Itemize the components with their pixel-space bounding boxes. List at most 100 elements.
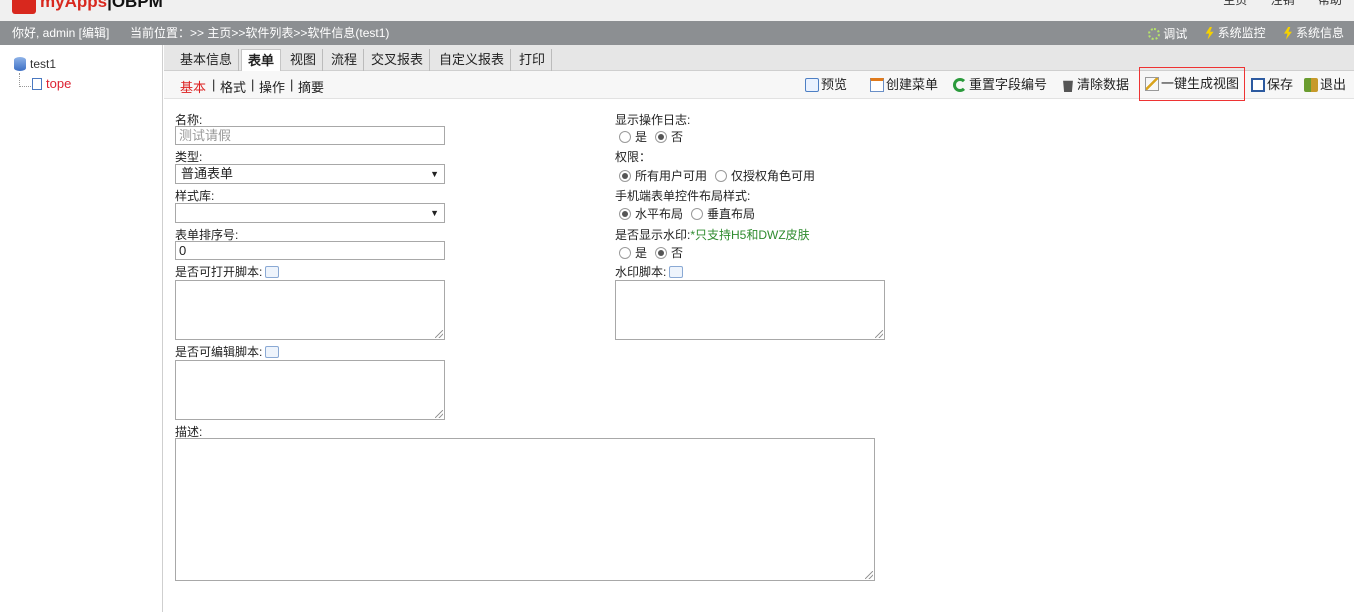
subtab-basic[interactable]: 基本 bbox=[180, 77, 206, 96]
perm-role-radio[interactable] bbox=[715, 169, 728, 182]
tree-node-root[interactable]: test1 bbox=[14, 57, 56, 71]
save-label: 保存 bbox=[1267, 77, 1294, 92]
script-editor-icon[interactable] bbox=[265, 346, 280, 358]
sysinfo-label: 系统信息 bbox=[1295, 26, 1344, 40]
description-textarea[interactable] bbox=[175, 438, 875, 581]
watermark-script-label: 水印脚本: bbox=[615, 265, 667, 279]
watermark-script-textarea[interactable] bbox=[615, 280, 885, 340]
script-editor-icon[interactable] bbox=[265, 266, 280, 278]
preview-button[interactable]: 预览 bbox=[805, 75, 847, 95]
tab-view[interactable]: 视图 bbox=[284, 49, 324, 71]
create-menu-icon bbox=[870, 78, 884, 92]
open-script-label: 是否可打开脚本: bbox=[175, 265, 263, 279]
script-editor-icon[interactable] bbox=[669, 266, 684, 278]
refresh-icon bbox=[953, 78, 967, 92]
mobile-layout-label: 手机端表单控件布局样式: bbox=[615, 189, 751, 203]
debug-link[interactable]: 调试 bbox=[1148, 22, 1187, 46]
tab-form[interactable]: 表单 bbox=[241, 49, 282, 71]
name-field[interactable]: 测试请假 bbox=[175, 126, 445, 145]
perm-all-label: 所有用户可用 bbox=[635, 169, 708, 183]
mobile-layout-radio-group: 水平布局 垂直布局 bbox=[619, 205, 755, 222]
log-yes-radio[interactable] bbox=[619, 130, 631, 143]
permission-radio-group: 所有用户可用 仅授权角色可用 bbox=[619, 167, 815, 184]
debug-icon bbox=[1148, 27, 1161, 40]
subtab-operation[interactable]: 操作 bbox=[259, 77, 285, 96]
tab-print[interactable]: 打印 bbox=[513, 49, 553, 71]
preview-icon bbox=[805, 78, 819, 92]
tab-cross-report[interactable]: 交叉报表 bbox=[365, 49, 431, 71]
generate-view-label: 一键生成视图 bbox=[1161, 76, 1240, 91]
watermark-yes-radio[interactable] bbox=[619, 246, 631, 259]
layout-vertical-label: 垂直布局 bbox=[707, 207, 756, 221]
layout-horizontal-label: 水平布局 bbox=[635, 207, 684, 221]
app-logo: myApps|OBPM bbox=[40, 0, 163, 12]
page-icon bbox=[32, 77, 42, 90]
permission-label: 权限： bbox=[615, 150, 652, 164]
type-select-value: 普通表单 bbox=[181, 166, 234, 181]
log-yes-label: 是 bbox=[635, 130, 648, 144]
perm-all-radio[interactable] bbox=[619, 169, 631, 182]
tree-connector bbox=[19, 73, 31, 87]
order-field[interactable]: 0 bbox=[175, 241, 445, 260]
tab-basic-info[interactable]: 基本信息 bbox=[174, 49, 240, 71]
watermark-note: *只支持H5和DWZ皮肤 bbox=[690, 228, 810, 242]
style-label: 样式库: bbox=[175, 189, 215, 203]
dropdown-arrow-icon: ▼ bbox=[430, 169, 439, 179]
logo-icon bbox=[12, 0, 36, 14]
create-menu-label: 创建菜单 bbox=[886, 77, 939, 92]
watermark-script-row: 水印脚本: bbox=[615, 263, 684, 280]
layout-vertical-radio[interactable] bbox=[691, 207, 704, 220]
perm-role-label: 仅授权角色可用 bbox=[731, 169, 816, 183]
watermark-no-radio[interactable] bbox=[655, 246, 668, 259]
user-greeting[interactable]: 你好, admin [编辑] bbox=[12, 21, 109, 45]
exit-button[interactable]: 退出 bbox=[1304, 75, 1346, 95]
save-button[interactable]: 保存 bbox=[1251, 75, 1293, 95]
lightning-icon bbox=[1283, 26, 1292, 40]
type-label: 类型: bbox=[175, 150, 203, 164]
help-link[interactable]: 帮助 bbox=[1318, 0, 1342, 7]
debug-label: 调试 bbox=[1163, 26, 1188, 41]
lightning-icon bbox=[1205, 26, 1214, 40]
style-select[interactable]: ▼ bbox=[175, 203, 445, 223]
database-icon bbox=[14, 57, 26, 71]
watermark-radio-group: 是 否 bbox=[619, 244, 683, 261]
sub-toolbar: 基本 | 格式 | 操作 | 摘要 预览 创建菜单 重置字段编号 清除数据 一键… bbox=[164, 67, 1354, 101]
subtab-format[interactable]: 格式 bbox=[220, 77, 246, 96]
log-no-radio[interactable] bbox=[655, 130, 668, 143]
tab-flow[interactable]: 流程 bbox=[325, 49, 365, 71]
open-script-textarea[interactable] bbox=[175, 280, 445, 340]
create-menu-button[interactable]: 创建菜单 bbox=[870, 75, 938, 95]
edit-script-textarea[interactable] bbox=[175, 360, 445, 420]
sysinfo-link[interactable]: 系统信息 bbox=[1283, 21, 1344, 45]
watermark-label: 是否显示水印: bbox=[615, 228, 691, 242]
tab-custom-report[interactable]: 自定义报表 bbox=[433, 49, 512, 71]
logout-link[interactable]: 注销 bbox=[1271, 0, 1295, 7]
preview-label: 预览 bbox=[821, 77, 848, 92]
subtab-divider: | bbox=[290, 77, 294, 92]
log-label: 显示操作日志: bbox=[615, 113, 691, 127]
tree-child-label: tope bbox=[46, 76, 72, 91]
clear-data-button[interactable]: 清除数据 bbox=[1061, 75, 1129, 95]
log-no-label: 否 bbox=[671, 130, 684, 144]
monitor-link[interactable]: 系统监控 bbox=[1205, 21, 1266, 45]
edit-script-row: 是否可编辑脚本: bbox=[175, 343, 280, 360]
system-links: 调试 系统监控 系统信息 bbox=[1134, 21, 1344, 48]
generate-view-button[interactable]: 一键生成视图 bbox=[1139, 67, 1246, 101]
watermark-yes-label: 是 bbox=[635, 246, 648, 260]
layout-horizontal-radio[interactable] bbox=[619, 207, 631, 220]
type-select[interactable]: 普通表单 ▼ bbox=[175, 164, 445, 184]
log-radio-group: 是 否 bbox=[619, 128, 683, 145]
subtab-summary[interactable]: 摘要 bbox=[298, 77, 324, 96]
watermark-no-label: 否 bbox=[671, 246, 684, 260]
dropdown-arrow-icon: ▼ bbox=[430, 208, 439, 218]
exit-label: 退出 bbox=[1320, 77, 1347, 92]
reset-fields-label: 重置字段编号 bbox=[969, 77, 1048, 92]
save-icon bbox=[1251, 78, 1265, 92]
clear-data-label: 清除数据 bbox=[1077, 77, 1130, 92]
reset-fields-button[interactable]: 重置字段编号 bbox=[953, 75, 1047, 95]
top-links: 主页 注销 帮助 bbox=[1203, 0, 1342, 8]
exit-icon bbox=[1304, 78, 1318, 92]
subtab-divider: | bbox=[212, 77, 216, 92]
home-link[interactable]: 主页 bbox=[1223, 0, 1247, 7]
tree-node-child[interactable]: tope bbox=[32, 76, 71, 91]
